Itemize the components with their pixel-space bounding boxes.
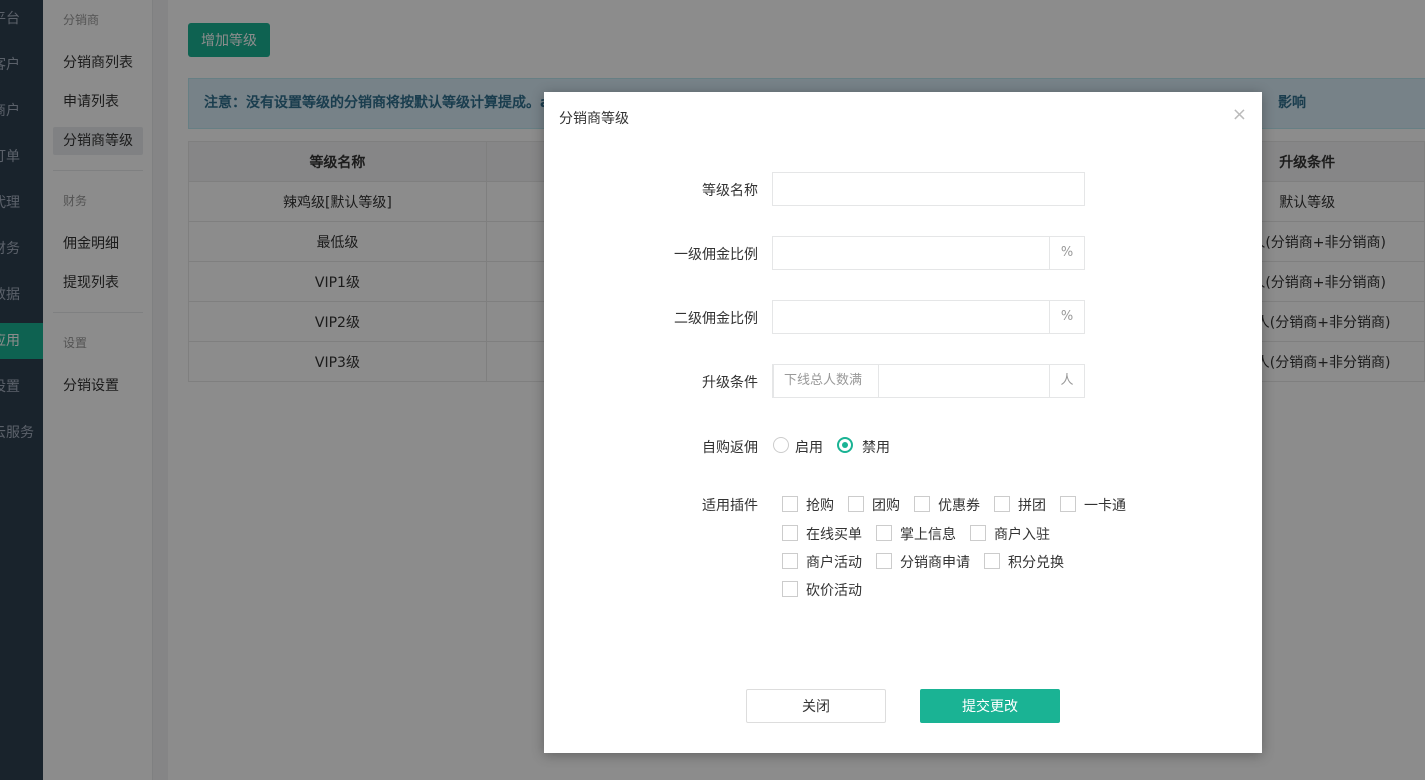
radio-enable-label[interactable]: 启用 (795, 437, 823, 457)
first-commission-input[interactable]: % (772, 236, 1085, 270)
upgrade-condition-prefix: 下线总人数满 (773, 364, 879, 398)
plugin-label: 在线买单 (806, 527, 862, 543)
close-button[interactable]: 关闭 (746, 689, 886, 723)
plugin-label: 优惠券 (938, 498, 980, 514)
upgrade-condition-group: 下线总人数满 人 (772, 364, 1085, 398)
checkbox-icon[interactable] (876, 553, 892, 569)
checkbox-icon[interactable] (782, 525, 798, 541)
first-commission-unit: % (1049, 236, 1085, 270)
checkbox-icon[interactable] (848, 496, 864, 512)
plugin-label: 抢购 (806, 498, 834, 514)
checkbox-icon[interactable] (970, 525, 986, 541)
plugin-label: 商户活动 (806, 555, 862, 571)
plugin-label: 分销商申请 (900, 555, 970, 571)
submit-changes-button[interactable]: 提交更改 (920, 689, 1060, 723)
radio-enable[interactable] (773, 437, 789, 453)
checkbox-icon[interactable] (1060, 496, 1076, 512)
distributor-level-modal: 分销商等级 × 等级名称 一级佣金比例 % 二级佣金比例 % 升级条件 下线总人… (544, 92, 1262, 753)
checkbox-icon[interactable] (984, 553, 1000, 569)
second-commission-label: 二级佣金比例 (674, 311, 758, 327)
upgrade-condition-unit: 人 (1049, 364, 1085, 398)
plugin-label: 商户入驻 (994, 527, 1050, 543)
self-purchase-label: 自购返佣 (702, 440, 758, 456)
modal-title: 分销商等级 (559, 111, 629, 127)
plugin-label: 一卡通 (1084, 498, 1126, 514)
checkbox-icon[interactable] (782, 553, 798, 569)
checkbox-icon[interactable] (914, 496, 930, 512)
plugin-label: 砍价活动 (806, 583, 862, 599)
level-name-label: 等级名称 (702, 183, 758, 199)
plugin-label: 团购 (872, 498, 900, 514)
close-icon[interactable]: × (1232, 104, 1247, 125)
plugin-label: 积分兑换 (1008, 555, 1064, 571)
checkbox-icon[interactable] (782, 581, 798, 597)
level-name-input[interactable] (772, 172, 1085, 206)
checkbox-icon[interactable] (994, 496, 1010, 512)
first-commission-label: 一级佣金比例 (674, 247, 758, 263)
upgrade-condition-input[interactable] (879, 365, 1049, 397)
radio-disable[interactable] (837, 437, 853, 453)
radio-disable-label[interactable]: 禁用 (862, 437, 890, 457)
plugin-label: 拼团 (1018, 498, 1046, 514)
plugins-label: 适用插件 (702, 498, 758, 514)
second-commission-unit: % (1049, 300, 1085, 334)
upgrade-condition-label: 升级条件 (702, 375, 758, 391)
checkbox-icon[interactable] (782, 496, 798, 512)
plugin-label: 掌上信息 (900, 527, 956, 543)
second-commission-input[interactable]: % (772, 300, 1085, 334)
checkbox-icon[interactable] (876, 525, 892, 541)
